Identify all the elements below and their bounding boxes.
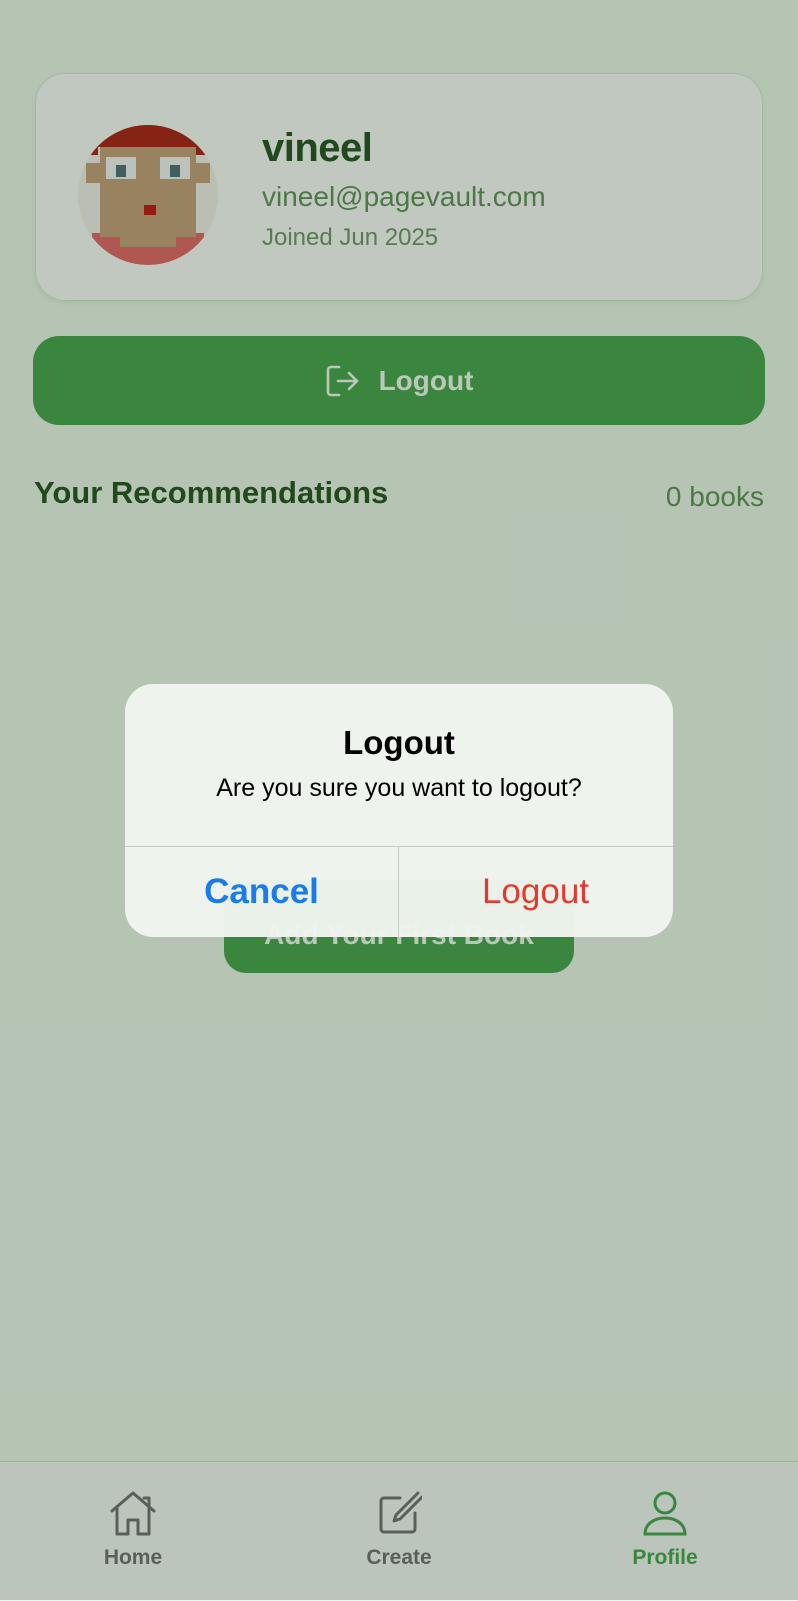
dialog-message: Are you sure you want to logout?: [216, 774, 582, 802]
logout-dialog: Logout Are you sure you want to logout? …: [125, 684, 673, 937]
confirm-logout-button[interactable]: Logout: [399, 847, 672, 937]
dialog-title: Logout: [343, 724, 455, 761]
cancel-button[interactable]: Cancel: [125, 847, 398, 937]
profile-screen: vineel vineel@pagevault.com Joined Jun 2…: [0, 0, 798, 1601]
